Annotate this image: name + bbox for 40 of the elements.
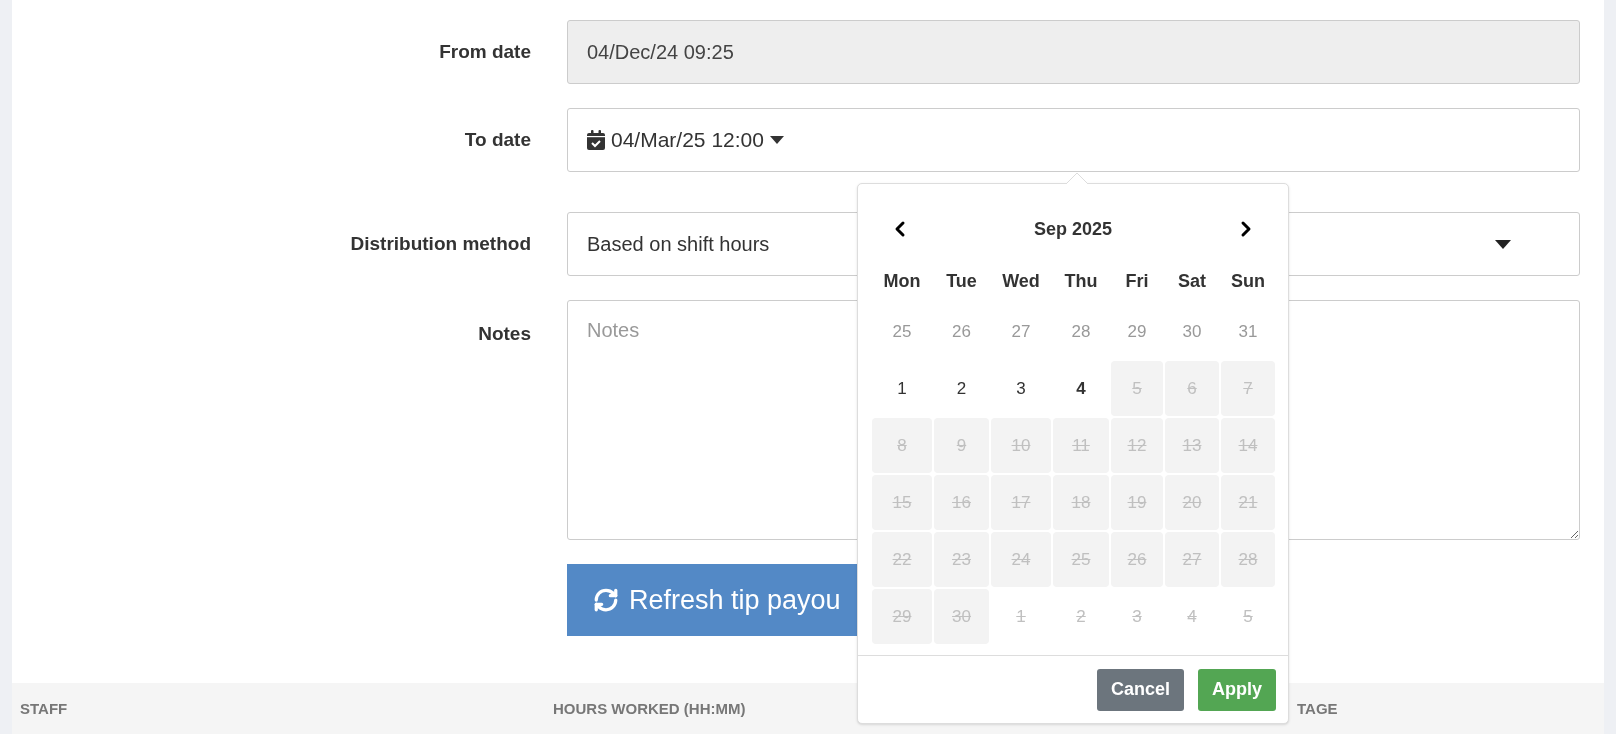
field-label: From date [439, 39, 531, 64]
calendar-day[interactable]: 3 [991, 361, 1051, 416]
calendar-day: 3 [1111, 589, 1163, 644]
weekday-label: Tue [945, 269, 978, 293]
weekday-label: Sun [1230, 269, 1266, 293]
calendar-day[interactable]: 28 [1053, 304, 1109, 359]
from-date-field: 04/Dec/24 09:25 [567, 20, 1580, 84]
weekday-label: Thu [1063, 269, 1099, 293]
calendar-day[interactable]: 30 [1165, 304, 1219, 359]
caret-icon [1495, 239, 1511, 249]
field-label: To date [464, 127, 531, 152]
calendar-day[interactable]: 1 [872, 361, 932, 416]
caret-icon [769, 136, 784, 144]
weekday-label: Sat [1177, 269, 1207, 293]
calendar-day: 5 [1221, 589, 1275, 644]
field-label: Notes [478, 322, 531, 346]
calendar-day: 1 [991, 589, 1051, 644]
cancel-button[interactable]: Cancel [1096, 668, 1184, 711]
refresh-icon [593, 587, 619, 613]
calendar-day: 4 [1165, 589, 1219, 644]
column-header: STAFF [19, 699, 69, 719]
calendar-day[interactable]: 27 [991, 304, 1051, 359]
calendar-day: 2 [1053, 589, 1109, 644]
calendar-day[interactable]: 31 [1221, 304, 1275, 359]
column-header: TAGE [1297, 699, 1338, 719]
calendar-day[interactable]: 26 [934, 304, 989, 359]
field-label: Distribution method [350, 231, 531, 256]
to-date-field[interactable]: 04/Mar/25 12:00 [567, 108, 1580, 172]
date-value: 04/Mar/25 12:00 [611, 127, 764, 154]
calendar-day[interactable]: 4 [1053, 361, 1109, 416]
month-title: Sep 2025 [1033, 217, 1113, 241]
column-header: HOURS WORKED (HH:MM) [553, 699, 747, 719]
calendar-day[interactable]: 25 [872, 304, 932, 359]
weekday-label: Wed [1001, 269, 1041, 293]
weekday-label: Mon [882, 269, 922, 293]
calendar-day[interactable]: 2 [934, 361, 989, 416]
calendar-check-icon [587, 130, 605, 150]
apply-button[interactable]: Apply [1198, 668, 1276, 711]
calendar-day[interactable]: 29 [1111, 304, 1163, 359]
weekday-label: Fri [1124, 269, 1150, 293]
